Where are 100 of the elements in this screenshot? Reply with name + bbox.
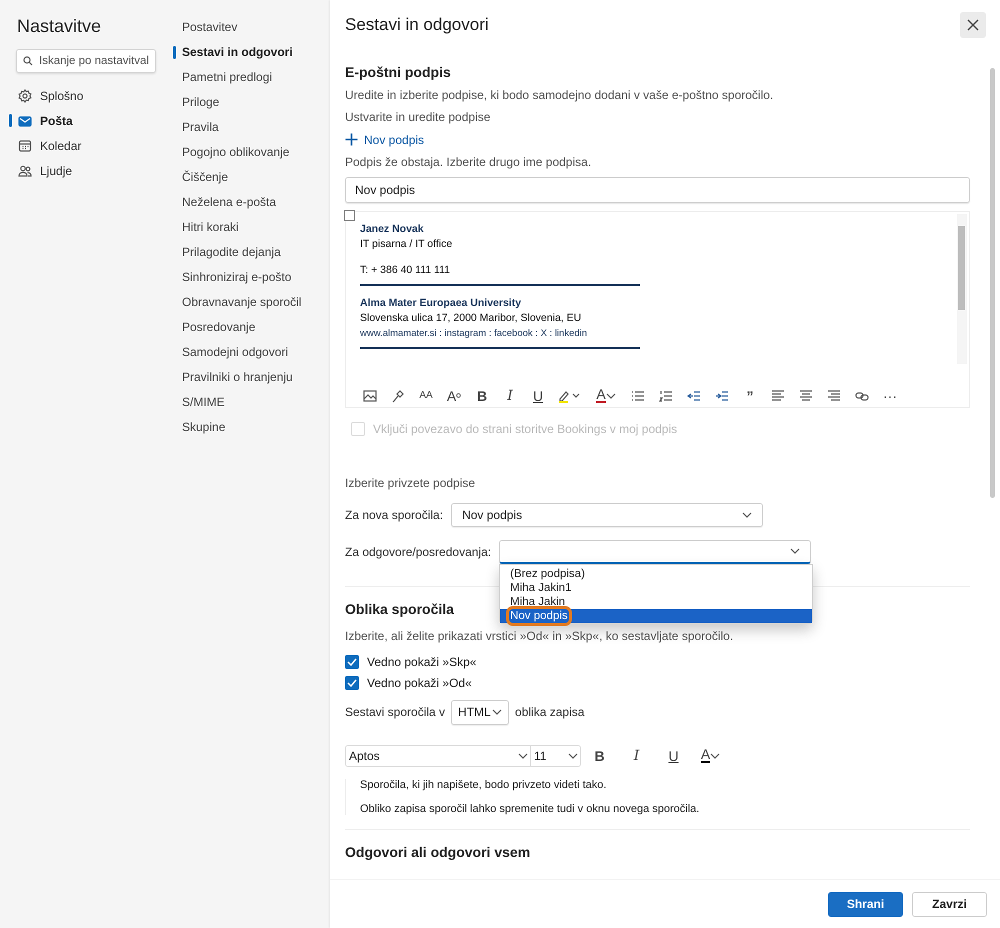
underline-button[interactable]: U (524, 384, 552, 407)
save-button[interactable]: Shrani (828, 892, 903, 917)
plus-icon (345, 133, 358, 146)
settings-section-item[interactable]: Prilagodite dejanja (182, 240, 330, 265)
dropdown-option[interactable]: Nov podpis (500, 608, 812, 623)
description-text: Uredite in izberite podpise, ki bodo samodejno dodani v vaše e-poštno sporočilo. (345, 88, 774, 102)
checkbox[interactable] (344, 210, 355, 221)
image-icon[interactable] (363, 388, 377, 403)
chevron-down-icon (790, 548, 800, 554)
scrollbar-thumb[interactable] (958, 226, 965, 310)
chevron-down-icon (606, 392, 616, 399)
signature-text: IT pisarna / IT office (360, 236, 454, 252)
signature-editor[interactable] (345, 210, 970, 408)
settings-section-item[interactable]: Pravila (182, 115, 330, 140)
people-icon (18, 164, 32, 178)
scrollbar-thumb[interactable] (990, 68, 995, 498)
label-text: Ustvarite in uredite podpise (345, 110, 490, 124)
nav-item[interactable]: Ljudje (16, 158, 165, 183)
decrease-indent-icon[interactable] (687, 388, 701, 403)
italic-button[interactable]: I (496, 384, 524, 407)
checkbox-label: Vključi povezavo do strani storitve Bookings v moj podpis (373, 422, 678, 436)
close-icon (966, 18, 980, 32)
settings-section-item[interactable]: Priloge (182, 90, 330, 115)
checkbox[interactable] (345, 654, 359, 669)
envelope-icon (18, 114, 32, 128)
settings-section-item[interactable]: Pogojno oblikovanje (182, 140, 330, 165)
signature-links: www.almamater.si : instagram : facebook : X : linkedin (360, 326, 588, 341)
chevron-down-icon (710, 752, 720, 759)
nav-item[interactable]: Splošno (16, 83, 165, 108)
font-dropdown[interactable]: Aptos (345, 744, 531, 767)
field-label: Za odgovore/posredovanja: (345, 544, 492, 559)
settings-section-item[interactable]: S/MIME (182, 390, 330, 415)
font-color-button[interactable]: A (692, 744, 729, 767)
signature-text: T: + 386 40 111 111 (360, 262, 452, 278)
settings-section-item[interactable]: Neželena e-pošta (182, 190, 330, 215)
dropdown-option[interactable]: Miha Jakin (500, 594, 812, 609)
chevron-down-icon (742, 512, 752, 518)
field-label: Za nova sporočila: (345, 508, 444, 522)
settings-section-item[interactable]: Sinhroniziraj e-pošto (182, 265, 330, 290)
nav-label: Splošno (40, 88, 84, 102)
nav-item[interactable]: Koledar (16, 133, 165, 158)
italic-button[interactable]: I (618, 744, 655, 767)
error-text: Podpis že obstaja. Izberite drugo ime podpisa. (345, 154, 592, 169)
discard-button[interactable]: Zavrzi (912, 892, 987, 917)
increase-indent-icon[interactable] (715, 388, 729, 403)
gear-icon (18, 88, 32, 102)
settings-section-item[interactable]: Sestavi in odgovori (182, 40, 330, 65)
align-right-icon[interactable] (827, 388, 841, 403)
more-button[interactable]: ··· (876, 384, 904, 407)
settings-title: Nastavitve (17, 16, 102, 37)
settings-section-item[interactable]: Hitri koraki (182, 215, 330, 240)
signature-dropdown[interactable] (499, 540, 812, 564)
search-input[interactable]: Iskanje po nastavitval (39, 50, 149, 72)
close-button[interactable] (960, 12, 986, 38)
section-heading: Odgovori ali odgovori vsem (345, 844, 530, 860)
font-size-dropdown[interactable]: 11 (531, 744, 581, 767)
format-dropdown[interactable]: HTML (451, 700, 510, 725)
selection-indicator (173, 46, 176, 59)
checkmark-icon (347, 658, 357, 666)
settings-section-item[interactable]: Pametni predlogi (182, 65, 330, 90)
chevron-down-icon (492, 709, 502, 716)
align-left-icon[interactable] (771, 388, 785, 403)
settings-section-item[interactable]: Čiščenje (182, 165, 330, 190)
font-size-button[interactable]: AA (412, 384, 440, 407)
field-label: Sestavi sporočila v (345, 705, 446, 720)
checkbox-label: Vedno pokaži »Od« (367, 676, 472, 690)
signature-text: Slovenska ulica 17, 2000 Maribor, Slovenia, EU (360, 310, 582, 326)
signature-dropdown[interactable]: Nov podpis (451, 502, 764, 527)
nav-label: Pošta (40, 114, 73, 128)
numbered-list-icon[interactable] (659, 388, 673, 403)
paintbrush-icon[interactable] (391, 388, 405, 403)
settings-section-item[interactable]: Pravilniki o hranjenju (182, 365, 330, 390)
bullet-list-icon[interactable] (631, 388, 645, 403)
search-icon (23, 56, 33, 66)
quote-button[interactable]: ” (736, 384, 764, 407)
superscript-button[interactable]: A (440, 384, 468, 407)
settings-section-item[interactable]: Obravnavanje sporočil (182, 290, 330, 315)
underline-button[interactable]: U (655, 744, 692, 767)
settings-section-item[interactable]: Postavitev (182, 15, 330, 40)
checkbox[interactable] (345, 676, 359, 690)
bold-button[interactable]: B (468, 384, 496, 407)
bold-button[interactable]: B (581, 744, 618, 767)
calendar-icon (18, 138, 32, 152)
settings-section-item[interactable]: Posredovanje (182, 315, 330, 340)
search-field[interactable]: Iskanje po nastavitval (16, 49, 156, 73)
dropdown-option[interactable]: Miha Jakin1 (500, 580, 812, 595)
signature-name: Alma Mater Europaea University (360, 296, 522, 311)
nav-item[interactable]: Pošta (16, 108, 165, 133)
align-center-icon[interactable] (799, 388, 813, 403)
description-text: Izberite, ali želite prikazati vrstici »Od« in »Skp«, ko sestavljate sporočilo. (345, 628, 734, 643)
panel-title: Sestavi in odgovori (345, 14, 489, 35)
highlighter-icon[interactable] (558, 388, 582, 403)
section-heading: Oblika sporočila (345, 600, 454, 617)
chevron-down-icon (568, 752, 578, 759)
settings-section-item[interactable]: Skupine (182, 415, 330, 440)
preview-text: Sporočila, ki jih napišete, bodo privzeto videti tako. (360, 778, 608, 791)
settings-section-item[interactable]: Samodejni odgovori (182, 340, 330, 365)
font-color-button[interactable]: A (588, 384, 624, 407)
new-signature-link[interactable]: Nov podpis (345, 132, 424, 147)
dropdown-option[interactable]: (Brez podpisa) (500, 566, 812, 581)
